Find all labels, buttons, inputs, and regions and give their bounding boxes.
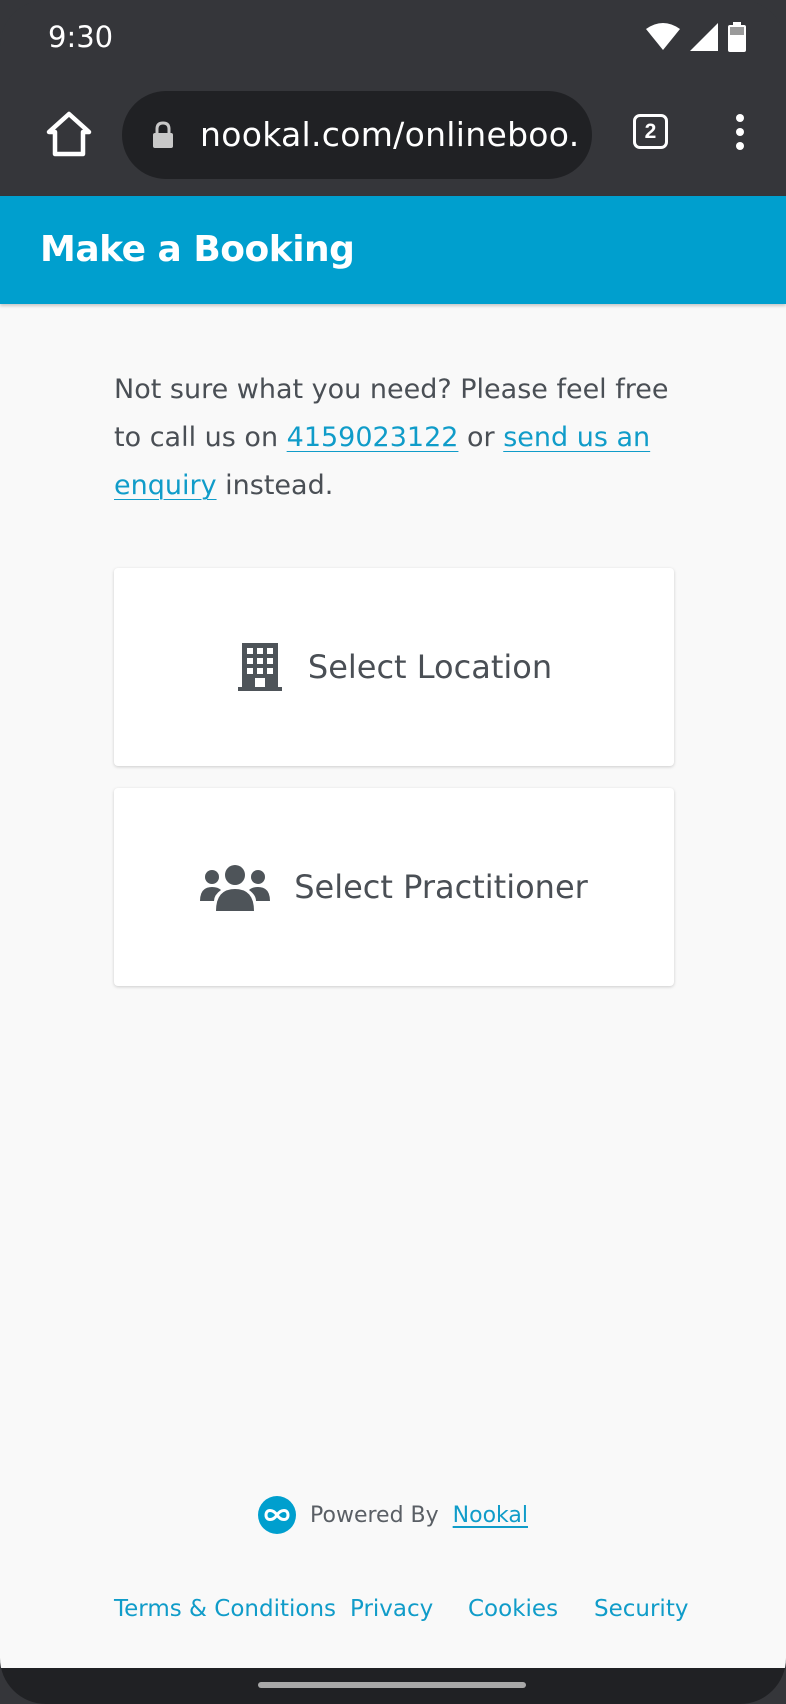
navigation-bar [0,1668,786,1704]
web-page: Make a Booking Not sure what you need? P… [0,196,786,1668]
users-icon [200,865,271,911]
gesture-handle[interactable] [258,1682,526,1688]
tab-switcher-button[interactable]: 2 [633,114,668,149]
page-title: Make a Booking [40,229,355,270]
security-link[interactable]: Security [594,1596,688,1622]
signal-icon [690,23,718,51]
building-icon [237,643,282,691]
battery-icon [728,22,746,52]
select-practitioner-button[interactable]: Select Practitioner [114,788,674,986]
status-time: 9:30 [48,20,114,54]
more-vert-icon[interactable] [732,114,748,154]
nookal-link[interactable]: Nookal [453,1503,528,1528]
phone-link[interactable]: 4159023122 [287,422,459,453]
select-location-button[interactable]: Select Location [114,568,674,766]
browser-toolbar: nookal.com/onlineboo... 2 [0,78,786,196]
lock-icon [153,121,173,148]
select-location-label: Select Location [307,648,553,686]
powered-by: Powered By Nookal [0,1496,786,1534]
intro-text-after: instead. [216,470,334,501]
wifi-icon [646,23,680,50]
url-text[interactable]: nookal.com/onlineboo... [200,115,580,154]
intro-text: Not sure what you need? Please feel free… [114,366,694,510]
privacy-link[interactable]: Privacy [350,1596,433,1622]
status-bar: 9:30 [0,0,786,78]
nookal-logo-icon [258,1496,297,1534]
url-bar[interactable]: nookal.com/onlineboo... [122,91,592,179]
cookies-link[interactable]: Cookies [468,1596,558,1622]
home-icon[interactable] [44,110,94,160]
phone-screen: 9:30 nookal.com/onlineboo... 2 Make a Bo… [0,0,786,1704]
terms-link[interactable]: Terms & Conditions [114,1596,336,1622]
page-header: Make a Booking [0,196,786,304]
status-icons [646,22,746,52]
intro-text-middle: or [458,422,504,453]
select-practitioner-label: Select Practitioner [294,868,588,906]
powered-by-text: Powered By [310,1502,439,1528]
